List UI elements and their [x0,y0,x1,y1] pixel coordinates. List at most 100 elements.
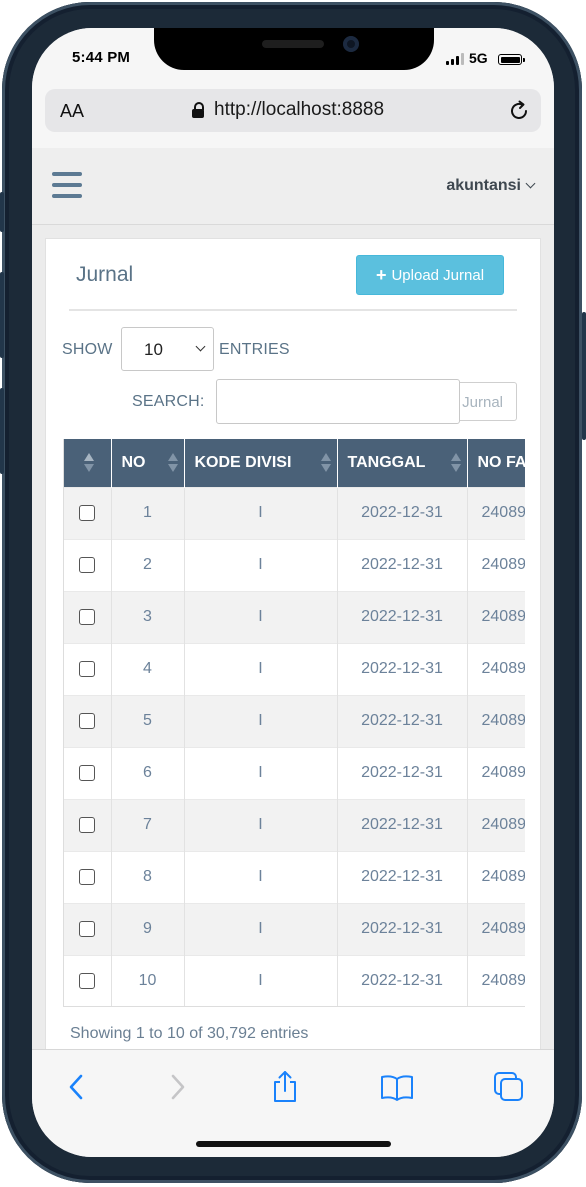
column-tanggal[interactable]: TANGGAL [337,439,468,487]
chevron-down-icon [195,341,206,352]
cell-kode-divisi: I [184,746,338,799]
upload-jurnal-button[interactable]: + Upload Jurnal [356,255,504,295]
cell-no-faktur: 24089 [467,954,525,1006]
table-row[interactable]: 1 I 2022-12-31 24089 [64,486,525,539]
cell-tanggal: 2022-12-31 [337,850,468,903]
cell-no-faktur: 24089 [467,850,525,903]
row-checkbox[interactable] [79,504,96,521]
entries-value: 10 [144,340,163,359]
screen: 5:44 PM 5G AA http://localhost:8888 akun… [32,28,554,1157]
row-checkbox[interactable] [79,556,96,573]
battery-icon [498,54,525,65]
upload-jurnal-label: Upload Jurnal [391,266,485,284]
cell-no-faktur: 24089 [467,902,525,955]
table-row[interactable]: 7 I 2022-12-31 24089 [64,798,525,851]
column-select-all[interactable] [64,439,112,487]
jurnal-table: NO KODE DIVISI TANGGAL NO FAKTUR 1 I 202… [64,439,525,1006]
row-checkbox-cell [64,954,112,1006]
table-row[interactable]: 9 I 2022-12-31 24089 [64,902,525,955]
app-navbar: akuntansi [32,148,554,225]
sort-icon [84,453,94,475]
bookmarks-icon[interactable] [380,1070,414,1104]
address-bar[interactable]: AA http://localhost:8888 [45,89,541,132]
cell-no: 1 [111,486,185,539]
status-time: 5:44 PM [72,49,131,66]
row-checkbox[interactable] [79,712,96,729]
cell-no: 5 [111,694,185,747]
cell-tanggal: 2022-12-31 [337,902,468,955]
sort-icon [320,453,331,475]
cell-kode-divisi: I [184,590,338,643]
sort-icon [450,453,461,475]
cell-no: 6 [111,746,185,799]
row-checkbox-cell [64,590,112,643]
cell-no: 3 [111,590,185,643]
row-checkbox[interactable] [79,920,96,937]
home-indicator [196,1141,391,1147]
phone-volume-down [0,388,4,474]
lock-icon [192,102,204,118]
divider [69,309,517,311]
cell-no-faktur: 24089 [467,798,525,851]
entries-label: ENTRIES [219,341,290,358]
row-checkbox-cell [64,642,112,695]
row-checkbox-cell [64,694,112,747]
reload-icon[interactable] [507,99,531,123]
search-input[interactable] [216,379,460,424]
cell-no: 9 [111,902,185,955]
table-row[interactable]: 2 I 2022-12-31 24089 [64,538,525,591]
row-checkbox[interactable] [79,816,96,833]
phone-volume-up [0,272,4,358]
network-type: 5G [469,50,488,66]
forward-icon [171,1074,185,1100]
table-row[interactable]: 10 I 2022-12-31 24089 [64,954,525,1006]
speaker [262,40,324,48]
column-no[interactable]: NO [111,439,185,487]
column-kode-divisi[interactable]: KODE DIVISI [184,439,338,487]
browser-toolbar [32,1049,554,1157]
browser-address-area: AA http://localhost:8888 [32,88,554,149]
cell-tanggal: 2022-12-31 [337,746,468,799]
row-checkbox[interactable] [79,608,96,625]
phone-notch [154,28,434,70]
share-icon[interactable] [268,1070,302,1104]
menu-icon[interactable] [52,172,82,198]
plus-icon: + [375,265,387,285]
entries-select[interactable]: 10 [121,327,214,371]
sort-icon [167,453,178,475]
user-name: akuntansi [446,177,521,194]
row-checkbox[interactable] [79,660,96,677]
table-row[interactable]: 4 I 2022-12-31 24089 [64,642,525,695]
cell-tanggal: 2022-12-31 [337,590,468,643]
tabs-icon[interactable] [492,1070,526,1104]
cell-no: 4 [111,642,185,695]
text-size-button[interactable]: AA [60,101,84,122]
page-content: Jurnal + Upload Jurnal SHOW 10 ENTRIES S… [32,225,554,1050]
cell-kode-divisi: I [184,902,338,955]
text-size-label: AA [60,101,85,121]
user-menu[interactable]: akuntansi [446,177,536,195]
row-checkbox[interactable] [79,868,96,885]
phone-side-button [0,192,4,232]
cell-no-faktur: 24089 [467,538,525,591]
signal-icon [446,53,464,65]
row-checkbox[interactable] [79,764,96,781]
chevron-down-icon [525,178,536,189]
url-text[interactable]: http://localhost:8888 [214,99,384,121]
search-jurnal-button[interactable]: Cari Jurnal [460,382,517,421]
back-icon[interactable] [60,1070,94,1104]
row-checkbox-cell [64,486,112,539]
row-checkbox[interactable] [79,973,96,990]
table-row[interactable]: 6 I 2022-12-31 24089 [64,746,525,799]
cell-no-faktur: 24089 [467,694,525,747]
cell-tanggal: 2022-12-31 [337,954,468,1006]
row-checkbox-cell [64,538,112,591]
table-row[interactable]: 8 I 2022-12-31 24089 [64,850,525,903]
cell-no-faktur: 24089 [467,590,525,643]
cell-no-faktur: 24089 [467,486,525,539]
cell-kode-divisi: I [184,694,338,747]
jurnal-table-scroll[interactable]: NO KODE DIVISI TANGGAL NO FAKTUR 1 I 202… [63,439,525,1007]
table-row[interactable]: 3 I 2022-12-31 24089 [64,590,525,643]
column-no-faktur[interactable]: NO FAKTUR [467,439,525,487]
table-row[interactable]: 5 I 2022-12-31 24089 [64,694,525,747]
